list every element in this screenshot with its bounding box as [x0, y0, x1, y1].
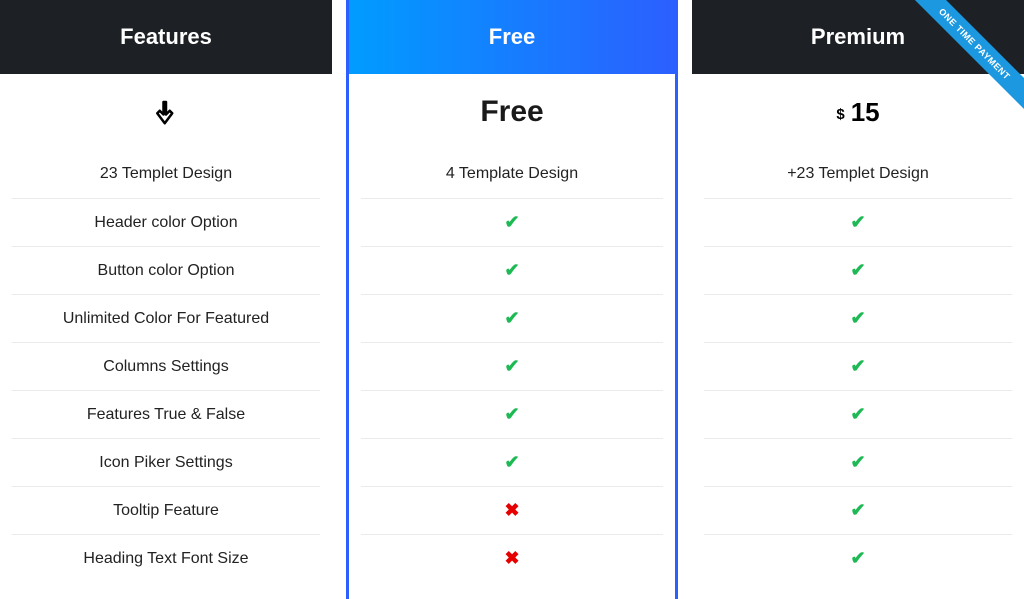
premium-row: ✔: [704, 294, 1012, 342]
feature-row: Columns Settings: [12, 342, 320, 390]
pricing-table: Features 23 Templet Design Header color …: [0, 0, 1024, 599]
premium-price: $ 15: [692, 74, 1024, 150]
feature-row: 23 Templet Design: [12, 150, 320, 198]
feature-row: Icon Piker Settings: [12, 438, 320, 486]
free-row: ✔: [361, 390, 663, 438]
feature-label: Tooltip Feature: [113, 502, 219, 520]
feature-row: Unlimited Color For Featured: [12, 294, 320, 342]
feature-label: Columns Settings: [103, 358, 228, 376]
premium-header: Premium: [692, 0, 1024, 74]
feature-label: Heading Text Font Size: [83, 550, 248, 568]
premium-row: ✔: [704, 486, 1012, 534]
check-icon: ✔: [850, 212, 865, 233]
premium-row: +23 Templet Design: [704, 150, 1012, 198]
feature-row: Features True & False: [12, 390, 320, 438]
premium-column: ONE TIME PAYMENT Premium $ 15 +23 Temple…: [692, 0, 1024, 599]
features-icon-row: [0, 74, 332, 150]
features-list: 23 Templet Design Header color Option Bu…: [0, 150, 332, 582]
features-header: Features: [0, 0, 332, 74]
free-header: Free: [349, 0, 675, 74]
free-row: ✖: [361, 486, 663, 534]
premium-row: ✔: [704, 438, 1012, 486]
check-icon: ✔: [504, 452, 519, 473]
check-icon: ✔: [850, 452, 865, 473]
feature-label: Button color Option: [98, 262, 235, 280]
feature-row: Heading Text Font Size: [12, 534, 320, 582]
feature-label: Header color Option: [94, 214, 237, 232]
feature-label: Icon Piker Settings: [99, 454, 232, 472]
check-icon: ✔: [504, 308, 519, 329]
free-row: ✖: [361, 534, 663, 582]
free-row: 4 Template Design: [361, 150, 663, 198]
feature-label: Unlimited Color For Featured: [63, 310, 269, 328]
cross-icon: ✖: [504, 500, 519, 521]
premium-first-label: +23 Templet Design: [787, 165, 929, 183]
free-column: Free Free 4 Template Design ✔ ✔ ✔ ✔ ✔ ✔ …: [346, 0, 678, 599]
check-icon: ✔: [850, 260, 865, 281]
check-icon: ✔: [504, 260, 519, 281]
free-header-label: Free: [489, 24, 535, 50]
check-icon: ✔: [850, 356, 865, 377]
check-icon: ✔: [504, 404, 519, 425]
free-row: ✔: [361, 198, 663, 246]
free-row: ✔: [361, 438, 663, 486]
premium-row: ✔: [704, 246, 1012, 294]
features-header-label: Features: [120, 24, 212, 50]
check-icon: ✔: [504, 212, 519, 233]
free-row: ✔: [361, 342, 663, 390]
check-icon: ✔: [850, 404, 865, 425]
currency-label: $: [836, 106, 844, 123]
free-price: Free: [349, 74, 675, 150]
premium-header-label: Premium: [811, 24, 905, 50]
premium-list: +23 Templet Design ✔ ✔ ✔ ✔ ✔ ✔ ✔ ✔: [692, 150, 1024, 582]
premium-row: ✔: [704, 342, 1012, 390]
hand-pointer-down-icon: [151, 97, 181, 127]
premium-row: ✔: [704, 390, 1012, 438]
free-row: ✔: [361, 246, 663, 294]
check-icon: ✔: [850, 548, 865, 569]
free-list: 4 Template Design ✔ ✔ ✔ ✔ ✔ ✔ ✖ ✖: [349, 150, 675, 582]
free-price-label: Free: [480, 95, 543, 129]
premium-row: ✔: [704, 198, 1012, 246]
check-icon: ✔: [850, 308, 865, 329]
check-icon: ✔: [504, 356, 519, 377]
premium-price-value: 15: [851, 97, 880, 128]
free-first-label: 4 Template Design: [446, 165, 578, 183]
features-column: Features 23 Templet Design Header color …: [0, 0, 332, 599]
check-icon: ✔: [850, 500, 865, 521]
free-row: ✔: [361, 294, 663, 342]
feature-row: Header color Option: [12, 198, 320, 246]
cross-icon: ✖: [504, 548, 519, 569]
premium-row: ✔: [704, 534, 1012, 582]
feature-label: Features True & False: [87, 406, 245, 424]
feature-label: 23 Templet Design: [100, 165, 232, 183]
feature-row: Tooltip Feature: [12, 486, 320, 534]
feature-row: Button color Option: [12, 246, 320, 294]
